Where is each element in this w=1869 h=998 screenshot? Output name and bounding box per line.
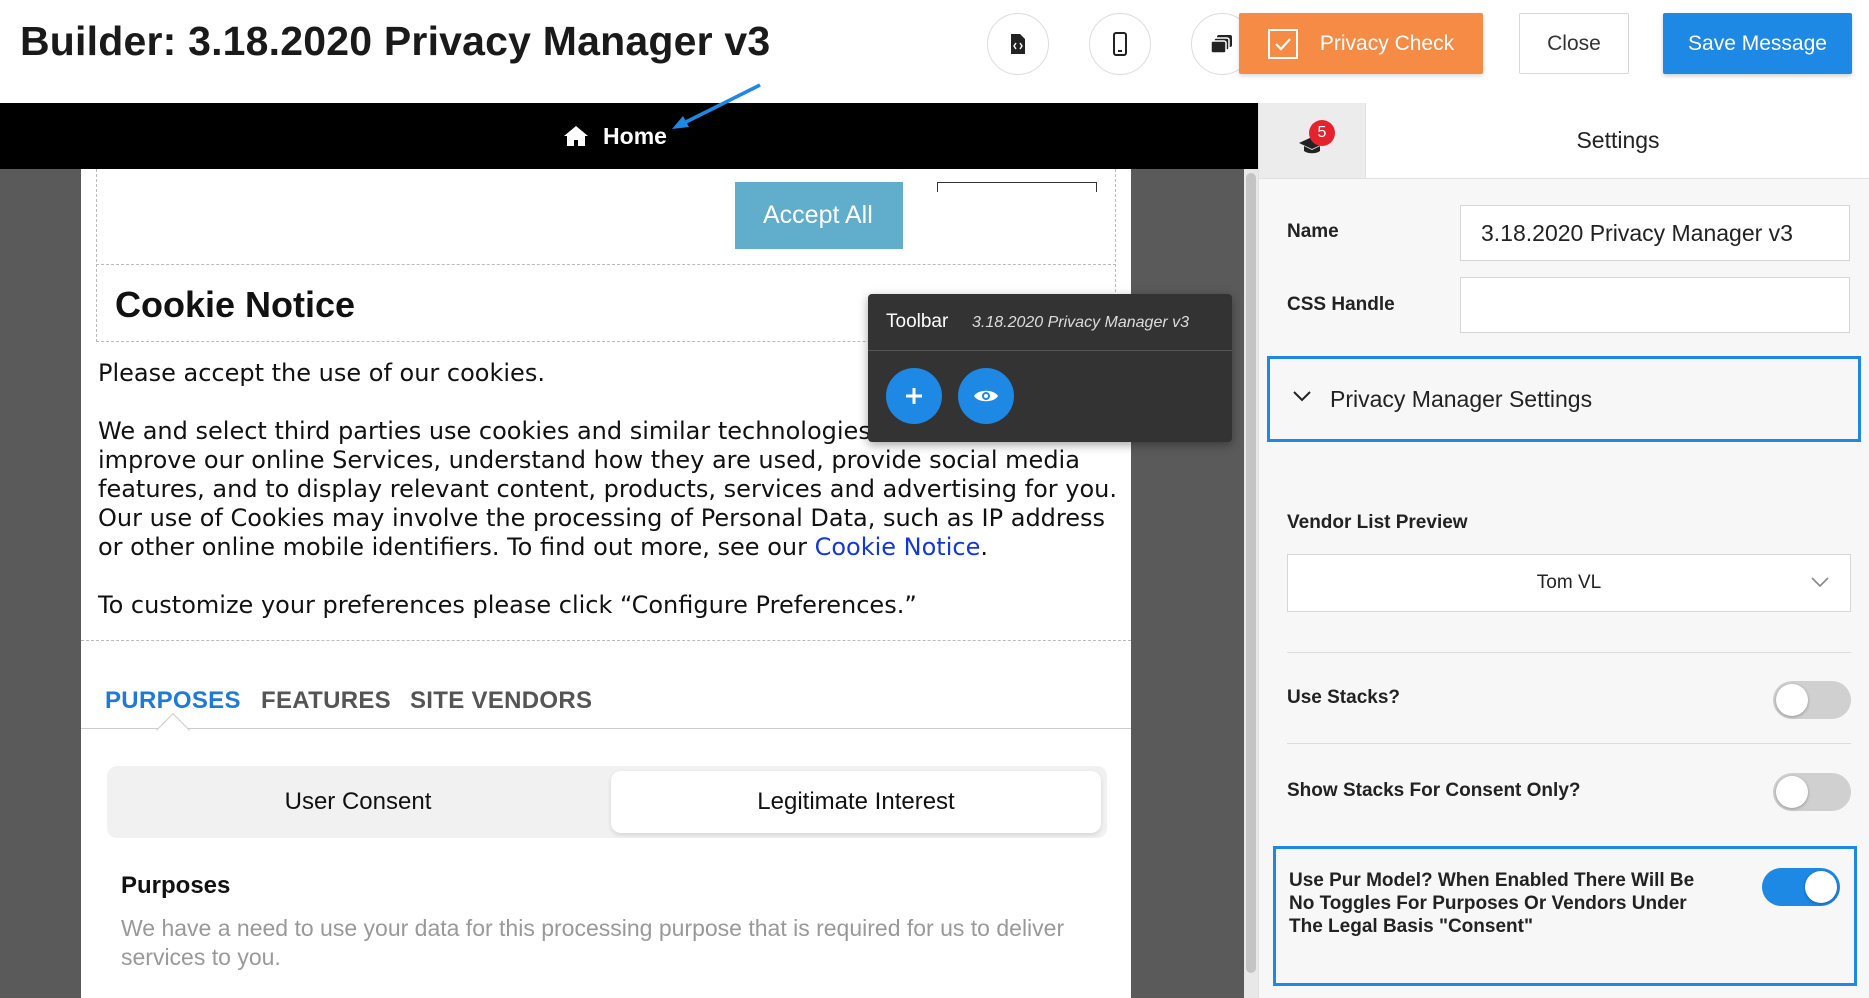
vendor-list-value: Tom VL <box>1536 572 1602 593</box>
settings-divider <box>1287 743 1851 744</box>
preview-element-button[interactable] <box>958 368 1014 424</box>
pur-model-setting: Use Pur Model? When Enabled There Will B… <box>1273 846 1857 986</box>
code-view-button[interactable] <box>987 13 1049 75</box>
legitimate-interest-option[interactable]: Legitimate Interest <box>611 771 1101 833</box>
row-divider <box>96 264 1116 265</box>
pm-tabs: PURPOSES FEATURES SITE VENDORS <box>81 669 1131 747</box>
tab-divider <box>1259 178 1869 179</box>
section-divider <box>81 640 1131 641</box>
layers-icon <box>1210 35 1232 54</box>
toolbar-header: Toolbar 3.18.2020 Privacy Manager v3 <box>868 294 1232 351</box>
privacy-check-button[interactable]: Privacy Check <box>1239 13 1483 74</box>
toggle-knob <box>1776 684 1808 716</box>
purposes-heading: Purposes <box>121 872 231 899</box>
element-toolbar: Toolbar 3.18.2020 Privacy Manager v3 <box>868 294 1232 442</box>
name-field[interactable]: 3.18.2020 Privacy Manager v3 <box>1460 205 1850 261</box>
plus-icon <box>906 388 922 404</box>
close-button[interactable]: Close <box>1519 13 1629 74</box>
settings-tab[interactable]: Settings <box>1366 103 1869 178</box>
cookie-notice-link[interactable]: Cookie Notice <box>815 533 981 561</box>
scrollbar-thumb[interactable] <box>1246 173 1256 973</box>
chevron-down-icon <box>1293 391 1311 402</box>
pur-model-toggle[interactable] <box>1762 868 1840 906</box>
elements-tab[interactable]: 5 <box>1259 103 1366 178</box>
cookie-notice-title: Cookie Notice <box>115 284 356 325</box>
home-label: Home <box>603 122 667 149</box>
toggle-knob <box>1805 871 1837 903</box>
add-element-button[interactable] <box>886 368 942 424</box>
purposes-description: We have a need to use your data for this… <box>121 915 1065 970</box>
name-label: Name <box>1287 221 1339 242</box>
builder-canvas: Home Accept All Cookie Notice Please acc… <box>0 103 1258 998</box>
tab-purposes[interactable]: PURPOSES <box>105 687 241 715</box>
active-tab-caret <box>156 713 190 747</box>
home-icon <box>564 126 589 146</box>
vendor-list-label: Vendor List Preview <box>1287 512 1468 533</box>
use-stacks-label: Use Stacks? <box>1287 687 1401 708</box>
tab-site-vendors[interactable]: SITE VENDORS <box>410 687 592 715</box>
show-stacks-toggle[interactable] <box>1773 773 1851 811</box>
toolbar-subtitle: 3.18.2020 Privacy Manager v3 <box>972 314 1190 331</box>
toggle-knob <box>1776 776 1808 808</box>
details-end: . <box>980 533 988 561</box>
privacy-manager-settings-section[interactable]: Privacy Manager Settings <box>1267 356 1861 442</box>
mobile-icon <box>1113 32 1127 56</box>
notification-badge: 5 <box>1309 120 1335 146</box>
mobile-preview-button[interactable] <box>1089 13 1151 75</box>
save-message-button[interactable]: Save Message <box>1663 13 1852 74</box>
css-handle-label: CSS Handle <box>1287 294 1395 315</box>
page-title: Builder: 3.18.2020 Privacy Manager v3 <box>20 18 771 64</box>
code-file-icon <box>1011 34 1025 54</box>
preview-nav-bar: Home <box>0 103 1258 169</box>
checkbox-icon <box>1267 28 1298 59</box>
home-nav[interactable]: Home <box>563 123 667 150</box>
builder-header: Builder: 3.18.2020 Privacy Manager v3 Pr… <box>0 0 1869 103</box>
privacy-check-label: Privacy Check <box>1319 31 1455 55</box>
show-stacks-label: Show Stacks For Consent Only? <box>1287 780 1581 801</box>
settings-divider <box>1287 652 1851 653</box>
eye-icon <box>974 390 998 402</box>
canvas-scrollbar[interactable] <box>1244 169 1258 998</box>
user-consent-option[interactable]: User Consent <box>113 771 603 833</box>
vendor-list-select[interactable]: Tom VL <box>1287 554 1851 612</box>
use-stacks-toggle[interactable] <box>1773 681 1851 719</box>
tab-features[interactable]: FEATURES <box>261 687 391 715</box>
annotation-arrow <box>672 83 761 129</box>
accept-all-button[interactable]: Accept All <box>735 182 903 249</box>
legal-basis-toggle: User Consent Legitimate Interest <box>107 766 1107 838</box>
customize-paragraph: To customize your preferences please cli… <box>98 591 917 619</box>
chevron-down-icon <box>1811 577 1829 588</box>
css-handle-field[interactable] <box>1460 277 1850 333</box>
secondary-button-outline[interactable] <box>937 182 1097 192</box>
pur-model-label: Use Pur Model? When Enabled There Will B… <box>1289 870 1695 937</box>
toolbar-title: Toolbar <box>886 311 949 332</box>
section-title: Privacy Manager Settings <box>1330 385 1593 412</box>
settings-panel: 5 Settings Name 3.18.2020 Privacy Manage… <box>1258 103 1869 998</box>
